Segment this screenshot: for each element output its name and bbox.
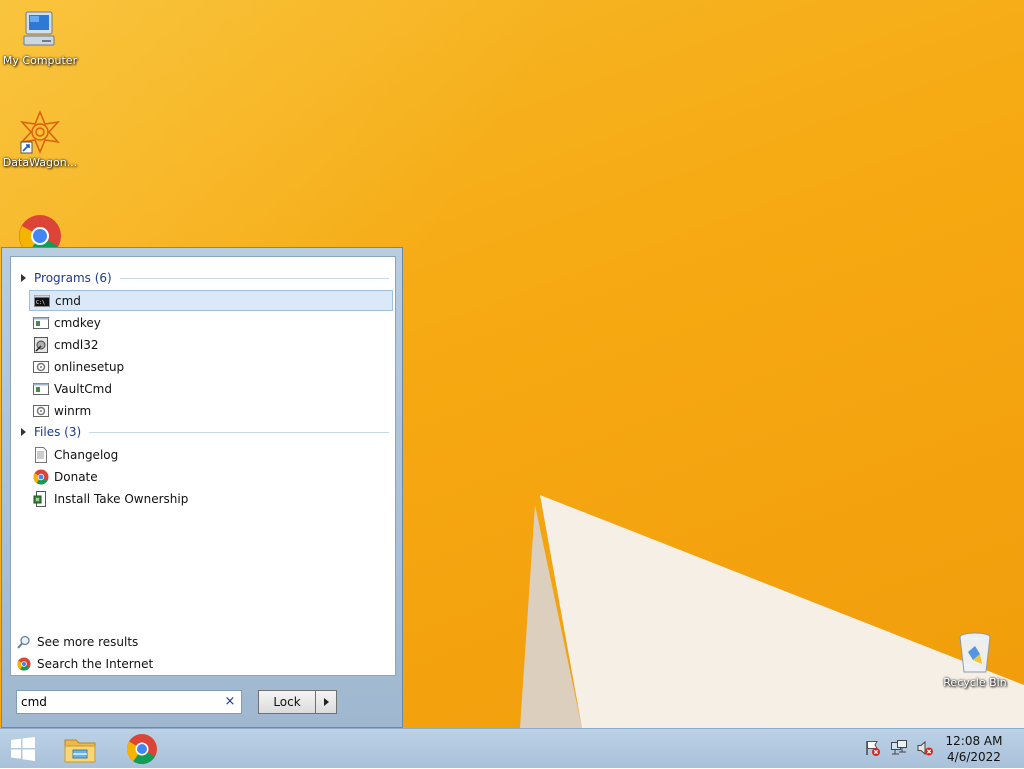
desktop: My Computer DataWagon... Recycle Bin Pro… [0,0,1024,728]
window-app-icon [33,315,49,331]
result-label: cmdl32 [54,337,99,352]
lock-button[interactable]: Lock [258,690,316,714]
svg-text:C:\: C:\ [36,300,45,306]
setup-icon [33,403,49,419]
result-label: onlinesetup [54,359,125,374]
result-label: Changelog [54,447,119,462]
volume-muted-icon[interactable] [916,739,934,757]
registry-file-icon [33,490,49,507]
result-item-winrm[interactable]: winrm [29,400,393,421]
desktop-icon-datawagon[interactable]: DataWagon... [0,110,80,169]
power-options-arrow-button[interactable] [315,690,337,714]
taskbar: 12:08 AM 4/6/2022 [0,728,1024,768]
search-internet-label: Search the Internet [37,657,154,671]
clock[interactable]: 12:08 AM 4/6/2022 [942,733,1006,765]
file-explorer-icon [64,739,96,763]
cmdl32-icon [33,336,49,353]
group-header-label: Files (3) [34,425,82,439]
start-button[interactable] [8,736,38,762]
result-label: winrm [54,403,92,418]
desktop-icon-label: My Computer [2,54,78,67]
result-item-onlinesetup[interactable]: onlinesetup [29,356,393,377]
search-results-pane: Programs (6) C:\ cmd cmdkey cmdl32 onlin… [10,256,396,676]
text-file-icon [33,446,49,463]
group-divider [119,277,389,279]
result-item-changelog[interactable]: Changelog [29,444,393,465]
group-header-programs[interactable]: Programs (6) [19,269,389,287]
chrome-icon [17,657,31,671]
desktop-icon-my-computer[interactable]: My Computer [0,8,80,67]
result-label: cmdkey [54,315,101,330]
search-icon [17,635,31,649]
result-item-cmd[interactable]: C:\ cmd [29,290,393,311]
clock-date: 4/6/2022 [947,750,1001,764]
result-item-install-take-ownership[interactable]: Install Take Ownership [29,488,393,509]
datawagon-shortcut-icon [18,110,62,154]
group-header-label: Programs (6) [34,271,112,285]
group-divider [89,431,389,433]
group-header-files[interactable]: Files (3) [19,423,389,441]
search-box: × [16,690,242,714]
desktop-icon-label: Recycle Bin [943,676,1007,689]
recycle-bin-icon [953,630,997,674]
window-app-icon [33,381,49,397]
chrome-icon [33,469,49,485]
search-input[interactable] [21,693,217,711]
result-item-vaultcmd[interactable]: VaultCmd [29,378,393,399]
taskbar-file-explorer[interactable] [58,732,102,766]
expand-arrow-icon [21,274,26,282]
result-item-cmdl32[interactable]: cmdl32 [29,334,393,355]
cmd-icon: C:\ [34,293,50,309]
desktop-icon-label: DataWagon... [2,156,78,169]
computer-icon [18,8,62,52]
setup-icon [33,359,49,375]
expand-arrow-icon [21,428,26,436]
result-label: Install Take Ownership [54,491,189,506]
search-row: × Lock [16,690,396,716]
clock-time: 12:08 AM [945,734,1003,748]
result-item-cmdkey[interactable]: cmdkey [29,312,393,333]
network-icon[interactable] [890,739,908,757]
taskbar-chrome[interactable] [120,732,164,766]
start-menu: Programs (6) C:\ cmd cmdkey cmdl32 onlin… [1,247,403,728]
result-label: cmd [55,293,81,308]
result-label: VaultCmd [54,381,112,396]
search-internet-link[interactable]: Search the Internet [17,655,153,673]
desktop-icon-recycle-bin[interactable]: Recycle Bin [935,630,1015,689]
clear-search-icon[interactable]: × [223,694,237,710]
chrome-icon [126,734,157,765]
system-tray [864,739,934,759]
result-item-donate[interactable]: Donate [29,466,393,487]
see-more-results-label: See more results [37,635,139,649]
windows-logo-icon [11,737,35,761]
action-center-flag-icon[interactable] [864,739,882,757]
result-label: Donate [54,469,98,484]
see-more-results-link[interactable]: See more results [17,633,138,651]
